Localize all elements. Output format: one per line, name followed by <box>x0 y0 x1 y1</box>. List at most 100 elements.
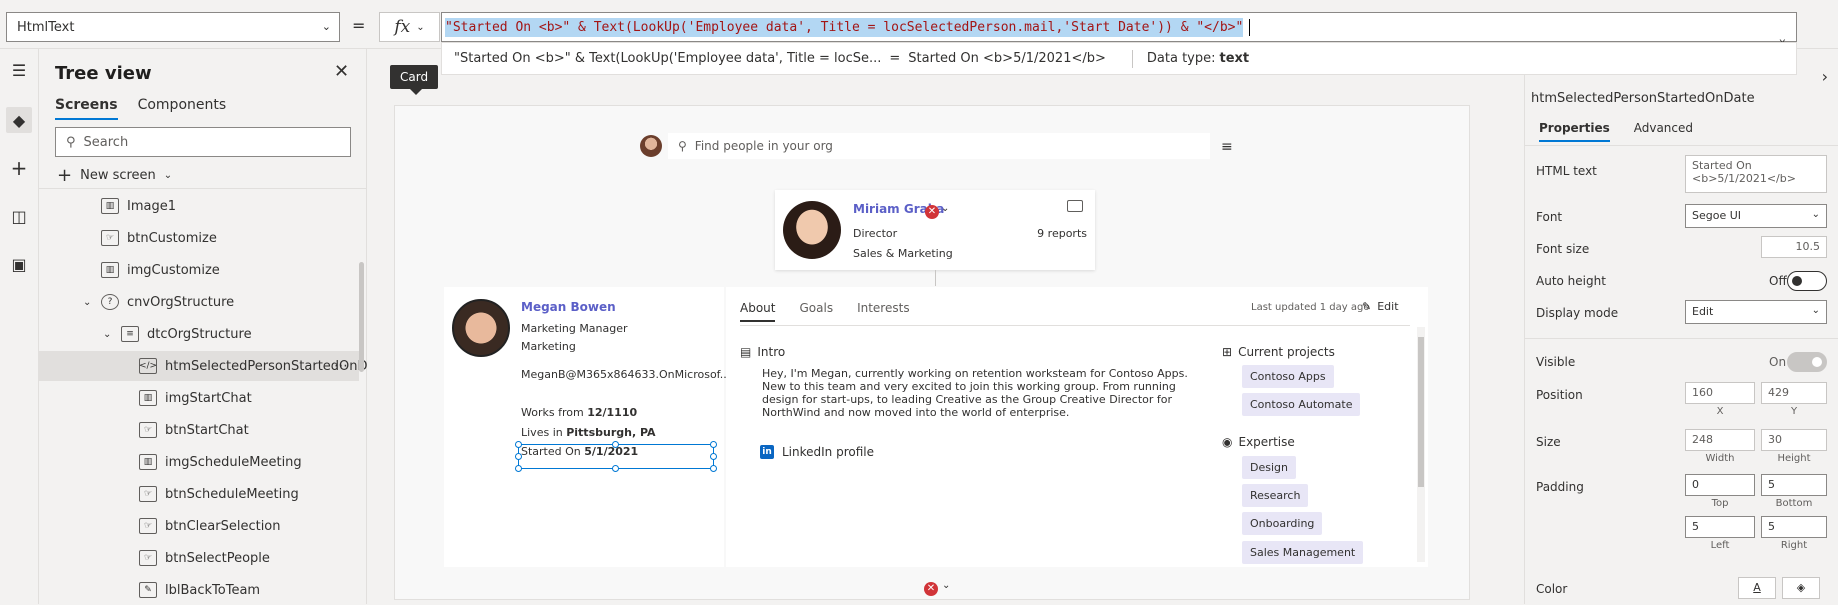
close-icon[interactable]: ✕ <box>334 61 349 82</box>
resize-handle[interactable] <box>515 465 522 472</box>
linkedin-link[interactable]: in LinkedIn profile <box>760 445 874 459</box>
button-icon: ☞ <box>101 230 119 246</box>
tree-item[interactable]: ▥ imgStartChat <box>39 383 359 413</box>
tree-item[interactable]: ☞ btnCustomize <box>39 223 359 253</box>
tab-interests[interactable]: Interests <box>857 301 910 322</box>
card-tooltip: Card <box>390 65 439 95</box>
tree-item[interactable]: ▥ Image1 <box>39 191 359 221</box>
tab-about[interactable]: About <box>740 301 776 322</box>
image-icon: ▥ <box>101 262 119 278</box>
tab-advanced[interactable]: Advanced <box>1634 121 1693 142</box>
properties-tabs: Properties Advanced <box>1539 121 1693 142</box>
chevron-right-icon[interactable]: › <box>1822 67 1828 86</box>
tree-item[interactable]: ☞ btnClearSelection <box>39 511 359 541</box>
tree-view-panel: Tree view ✕ Screens Components ⚲ Search … <box>39 49 381 605</box>
search-icon: ⚲ <box>66 134 76 150</box>
more-options-icon[interactable]: ⋯ <box>334 358 349 374</box>
project-chip[interactable]: Contoso Automate <box>1242 393 1361 416</box>
tab-goals[interactable]: Goals <box>799 301 833 322</box>
tab-screens[interactable]: Screens <box>55 97 118 120</box>
manager-card[interactable]: Miriam Graha ✕ ⌄ Director Sales & Market… <box>775 190 1095 270</box>
people-search-input[interactable]: ⚲ Find people in your org <box>668 133 1210 159</box>
edit-button[interactable]: ✎ Edit <box>1362 300 1399 313</box>
tab-properties[interactable]: Properties <box>1539 121 1610 142</box>
tree-item-selected[interactable]: </> htmSelectedPersonStartedOnDat ⋯ <box>39 351 381 381</box>
resize-handle[interactable] <box>515 453 522 460</box>
padding-bottom-input[interactable]: 5 <box>1761 474 1827 496</box>
chevron-down-icon: ⌄ <box>321 20 331 33</box>
tree-item[interactable]: ☞ btnStartChat <box>39 415 359 445</box>
people-search-placeholder: Find people in your org <box>694 139 833 153</box>
chevron-down-icon[interactable]: ⌄ <box>941 203 949 214</box>
edit-label: Edit <box>1377 300 1399 313</box>
error-icon[interactable]: ✕ <box>925 205 939 219</box>
lives-in: Lives in Pittsburgh, PA <box>521 426 656 439</box>
chevron-down-icon[interactable]: ⌄ <box>103 329 115 340</box>
resize-handle[interactable] <box>612 465 619 472</box>
expertise-chip[interactable]: Sales Management <box>1242 541 1364 564</box>
resize-handle[interactable] <box>710 453 717 460</box>
font-dropdown[interactable]: Segoe UI ⌄ <box>1685 204 1827 228</box>
contact-card-icon[interactable] <box>1067 200 1083 212</box>
expertise-chip[interactable]: Research <box>1242 484 1309 507</box>
search-placeholder: Search <box>83 134 129 150</box>
person-detail-panel: About Goals Interests Last updated 1 day… <box>726 287 1428 567</box>
person-name[interactable]: Megan Bowen <box>521 300 616 314</box>
html-text-input[interactable]: Started On <b>5/1/2021</b> <box>1685 155 1827 193</box>
properties-panel: htmSelectedPersonStartedOnDate › Propert… <box>1524 67 1838 604</box>
tree-item[interactable]: ☞ btnSelectPeople <box>39 543 359 573</box>
width-input[interactable]: 248 <box>1685 429 1755 451</box>
display-mode-value: Edit <box>1692 305 1714 318</box>
new-screen-button[interactable]: + New screen ⌄ <box>57 165 172 186</box>
formula-input[interactable]: "Started On <b>" & Text(LookUp('Employee… <box>441 12 1797 45</box>
tree-item[interactable]: ▥ imgCustomize <box>39 255 359 285</box>
chevron-down-icon[interactable]: ⌄ <box>942 580 950 591</box>
text-color-button[interactable]: A <box>1738 577 1776 599</box>
error-icon[interactable]: ✕ <box>924 582 938 596</box>
chevron-down-icon: ⌄ <box>1811 209 1820 220</box>
resize-handle[interactable] <box>710 465 717 472</box>
resize-handle[interactable] <box>710 441 717 448</box>
tab-components[interactable]: Components <box>138 97 227 120</box>
data-icon[interactable]: ◫ <box>6 203 32 229</box>
tree-search-input[interactable]: ⚲ Search <box>55 127 351 157</box>
padding-top-input[interactable]: 0 <box>1685 474 1755 496</box>
height-input[interactable]: 30 <box>1761 429 1827 451</box>
fill-color-icon[interactable]: ◈ <box>1782 577 1820 599</box>
hamburger-icon[interactable]: ☰ <box>6 57 32 83</box>
visible-toggle[interactable] <box>1787 352 1827 372</box>
manager-photo <box>783 201 841 259</box>
filter-icon[interactable]: ≡ <box>1221 139 1233 155</box>
auto-height-toggle[interactable] <box>1787 271 1827 291</box>
manager-reports[interactable]: 9 reports <box>1037 227 1087 240</box>
expertise-chip[interactable]: Design <box>1242 456 1296 479</box>
project-chip[interactable]: Contoso Apps <box>1242 365 1334 388</box>
media-icon[interactable]: ▣ <box>6 251 32 277</box>
font-size-input[interactable]: 10.5 <box>1761 236 1827 258</box>
fx-button[interactable]: fx ⌄ <box>379 12 440 42</box>
chevron-down-icon[interactable]: ⌄ <box>83 297 95 308</box>
tree-item[interactable]: ⌄ ≡ dtcOrgStructure <box>39 319 359 349</box>
resize-handle[interactable] <box>515 441 522 448</box>
display-mode-dropdown[interactable]: Edit ⌄ <box>1685 300 1827 324</box>
position-x-input[interactable]: 160 <box>1685 382 1755 404</box>
layers-icon[interactable]: ◆ <box>6 107 32 133</box>
property-dropdown[interactable]: HtmlText ⌄ <box>6 12 340 42</box>
padding-right-input[interactable]: 5 <box>1761 516 1827 538</box>
position-y-input[interactable]: 429 <box>1761 382 1827 404</box>
padding-left-input[interactable]: 5 <box>1685 516 1755 538</box>
tree-item[interactable]: ✎ lblBackToTeam <box>39 575 359 605</box>
person-email[interactable]: MeganB@M365x864633.OnMicrosof... <box>521 368 730 381</box>
resize-handle[interactable] <box>612 441 619 448</box>
detail-scrollbar[interactable] <box>1417 327 1425 562</box>
plus-icon[interactable]: + <box>6 155 32 181</box>
html-icon: </> <box>139 358 157 374</box>
tree-item[interactable]: ⌄ ? cnvOrgStructure <box>39 287 359 317</box>
tree-item[interactable]: ▥ imgScheduleMeeting <box>39 447 359 477</box>
tree-item[interactable]: ☞ btnScheduleMeeting <box>39 479 359 509</box>
tree-scrollbar[interactable] <box>359 262 364 372</box>
scroll-thumb[interactable] <box>1418 337 1424 487</box>
expertise-chip[interactable]: Onboarding <box>1242 512 1323 535</box>
canvas-scrollbar[interactable] <box>1470 105 1480 600</box>
avatar[interactable] <box>640 135 662 157</box>
